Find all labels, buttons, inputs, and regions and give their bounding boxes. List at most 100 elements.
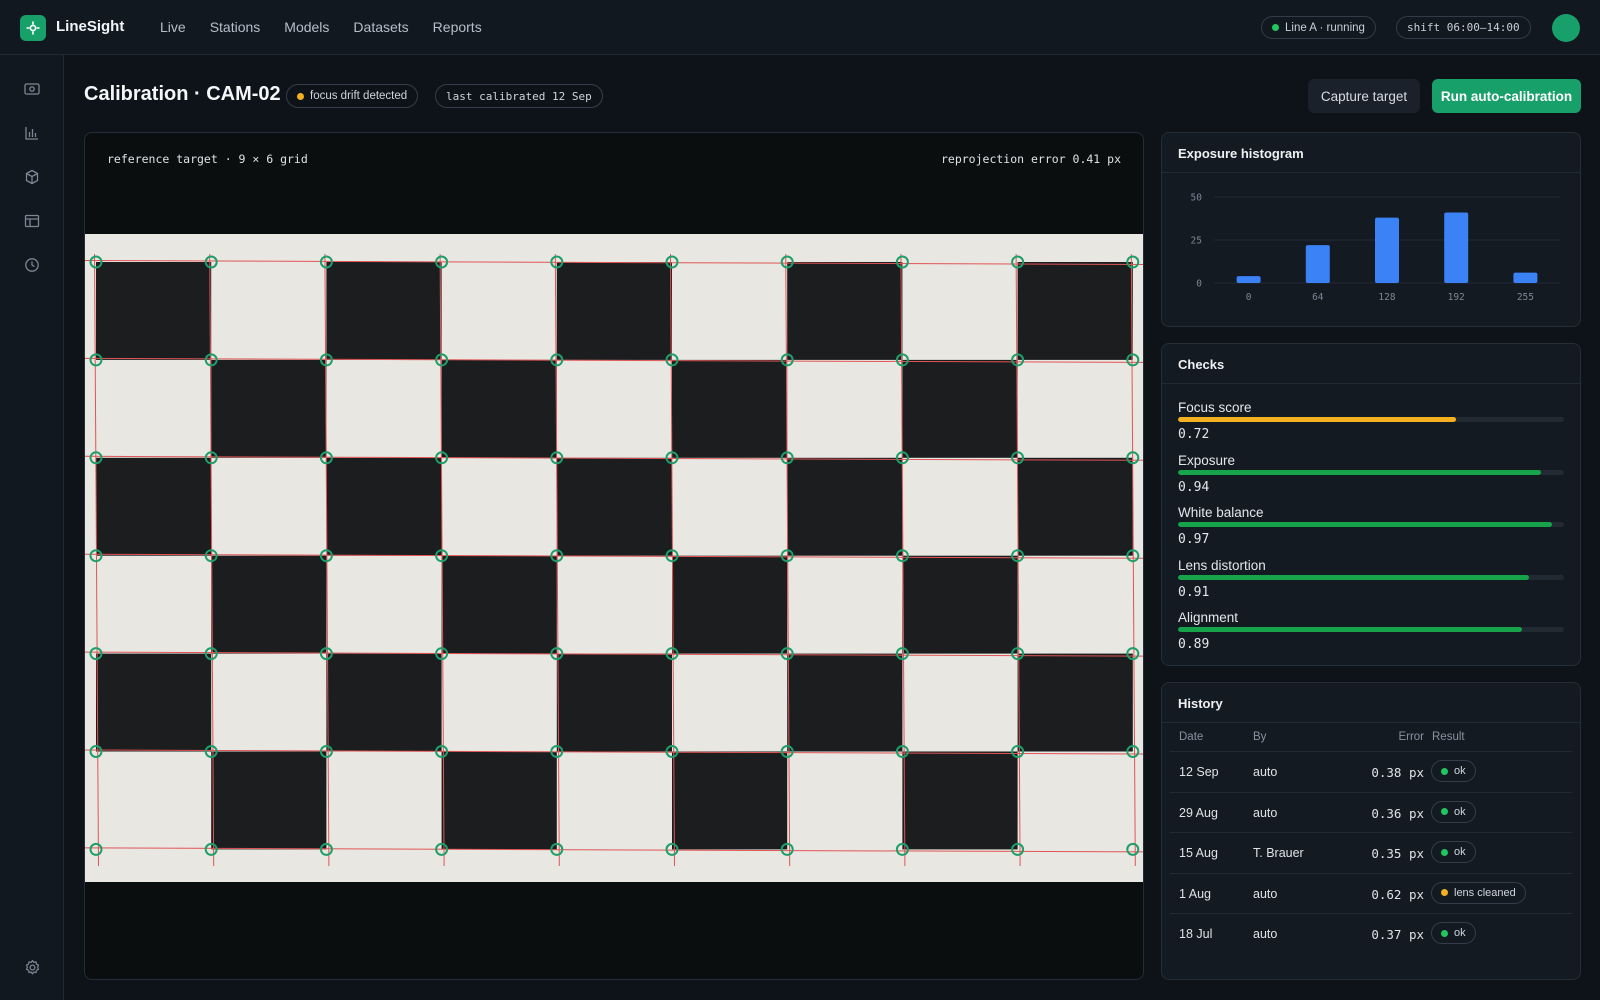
result-badge: ok — [1431, 841, 1476, 863]
check-progress-bar — [1178, 417, 1564, 422]
run-auto-calibration-button[interactable]: Run auto-calibration — [1432, 79, 1581, 113]
main-nav: Live Stations Models Datasets Reports — [160, 19, 482, 35]
checker-square — [1017, 653, 1133, 752]
line-status-text: Line A · running — [1285, 21, 1365, 34]
checker-square — [441, 359, 557, 458]
check-item: Lens distortion 0.91 — [1178, 558, 1564, 600]
check-progress-bar — [1178, 469, 1564, 475]
exposure-histogram-card: Exposure histogram 50 25 0 0 64 128 192 255 — [1161, 132, 1581, 327]
x-tick-label: 64 — [1312, 292, 1324, 303]
check-progress-fill — [1178, 469, 1541, 475]
check-item: Exposure 0.94 — [1178, 453, 1564, 495]
camera-icon[interactable] — [22, 79, 42, 99]
nav-datasets[interactable]: Datasets — [353, 19, 408, 35]
check-item: Focus score 0.72 — [1178, 400, 1564, 442]
cube-icon[interactable] — [22, 167, 42, 187]
history-error: 0.37 px — [1371, 927, 1424, 942]
status-dot — [1272, 24, 1279, 31]
history-card: History Date By Error Result 12 Sep auto 0… — [1161, 682, 1581, 980]
nav-live[interactable]: Live — [160, 19, 186, 35]
check-value: 0.91 — [1178, 584, 1210, 600]
checkerboard-target — [85, 234, 1143, 882]
history-row[interactable]: 18 Jul auto 0.37 px ok — [1170, 913, 1572, 953]
checker-square — [96, 262, 212, 360]
top-bar: LineSight Live Stations Models Datasets … — [0, 0, 1600, 55]
y-tick-label: 25 — [1191, 236, 1202, 247]
shift-badge: shift 06:00–14:00 — [1396, 16, 1531, 39]
camera-viewer[interactable]: reference target · 9 × 6 grid reprojecti… — [84, 132, 1144, 980]
check-progress-fill — [1178, 522, 1553, 527]
history-row[interactable]: 12 Sep auto 0.38 px ok — [1170, 751, 1572, 791]
checker-square — [672, 359, 788, 458]
result-badge: lens cleaned — [1431, 881, 1526, 904]
checker-square — [902, 555, 1018, 654]
nav-models[interactable]: Models — [284, 19, 329, 35]
result-text: ok — [1454, 927, 1466, 939]
check-value: 0.72 — [1178, 427, 1210, 442]
capture-target-button[interactable]: Capture target — [1308, 79, 1420, 113]
nav-stations[interactable]: Stations — [210, 19, 261, 35]
histogram-title: Exposure histogram — [1162, 133, 1580, 173]
chart-icon[interactable] — [22, 123, 42, 143]
avatar[interactable] — [1552, 14, 1580, 42]
checker-square — [326, 457, 442, 556]
check-progress-fill — [1178, 574, 1530, 580]
check-item: Alignment 0.89 — [1178, 610, 1564, 652]
x-tick-label: 128 — [1378, 292, 1395, 303]
history-by: auto — [1253, 765, 1278, 779]
checker-square — [441, 555, 557, 654]
checker-square — [211, 751, 327, 850]
check-value: 0.89 — [1178, 637, 1210, 652]
logo-icon[interactable] — [20, 15, 46, 41]
x-tick-label: 192 — [1448, 292, 1465, 303]
checker-square — [441, 751, 557, 850]
check-progress-bar — [1178, 627, 1564, 632]
page-title: Calibration · CAM-02 — [84, 83, 281, 105]
check-label: Alignment — [1178, 610, 1239, 625]
layout-icon[interactable] — [22, 211, 42, 231]
checker-square — [1017, 262, 1133, 360]
checker-square — [902, 751, 1018, 850]
col-result-header: Result — [1432, 731, 1465, 743]
result-dot — [1441, 848, 1448, 856]
nav-reports[interactable]: Reports — [433, 19, 482, 35]
result-text: lens cleaned — [1454, 886, 1516, 899]
history-row[interactable]: 29 Aug auto 0.36 px ok — [1170, 791, 1572, 832]
history-date: 1 Aug — [1179, 886, 1211, 901]
check-item: White balance 0.97 — [1178, 505, 1564, 547]
history-date: 29 Aug — [1179, 805, 1218, 820]
check-label: Focus score — [1178, 400, 1252, 415]
result-badge: ok — [1431, 800, 1476, 823]
result-text: ok — [1454, 805, 1466, 818]
check-value: 0.94 — [1178, 479, 1210, 495]
checker-square — [787, 262, 903, 360]
sidebar — [0, 55, 64, 1000]
warning-dot — [297, 92, 304, 100]
x-tick-label: 0 — [1246, 292, 1252, 303]
check-progress-fill — [1178, 627, 1522, 632]
target-label: reference target · 9 × 6 grid — [107, 152, 308, 166]
result-dot — [1441, 808, 1448, 815]
history-error: 0.36 px — [1371, 805, 1424, 821]
line-status-badge: Line A · running — [1261, 16, 1376, 39]
last-calibrated-badge: last calibrated 12 Sep — [435, 84, 603, 108]
result-text: ok — [1454, 765, 1466, 777]
history-by: auto — [1253, 927, 1278, 941]
result-dot — [1441, 929, 1448, 937]
checker-square — [96, 457, 212, 556]
check-value: 0.97 — [1178, 532, 1210, 547]
history-date: 18 Jul — [1179, 927, 1213, 941]
checker-square — [902, 359, 1018, 458]
history-row[interactable]: 1 Aug auto 0.62 px lens cleaned — [1170, 872, 1572, 913]
checker-square — [1017, 457, 1133, 556]
history-row[interactable]: 15 Aug T. Brauer 0.35 px ok — [1170, 832, 1572, 872]
clock-icon[interactable] — [22, 255, 42, 275]
checker-square — [326, 262, 442, 360]
histogram-bar — [1513, 272, 1538, 283]
check-progress-bar — [1178, 522, 1564, 527]
gear-icon[interactable] — [22, 957, 42, 977]
check-progress-fill — [1178, 417, 1456, 422]
focus-drift-badge: focus drift detected — [286, 84, 419, 108]
checker-square — [326, 653, 442, 752]
history-date: 12 Sep — [1179, 765, 1219, 779]
